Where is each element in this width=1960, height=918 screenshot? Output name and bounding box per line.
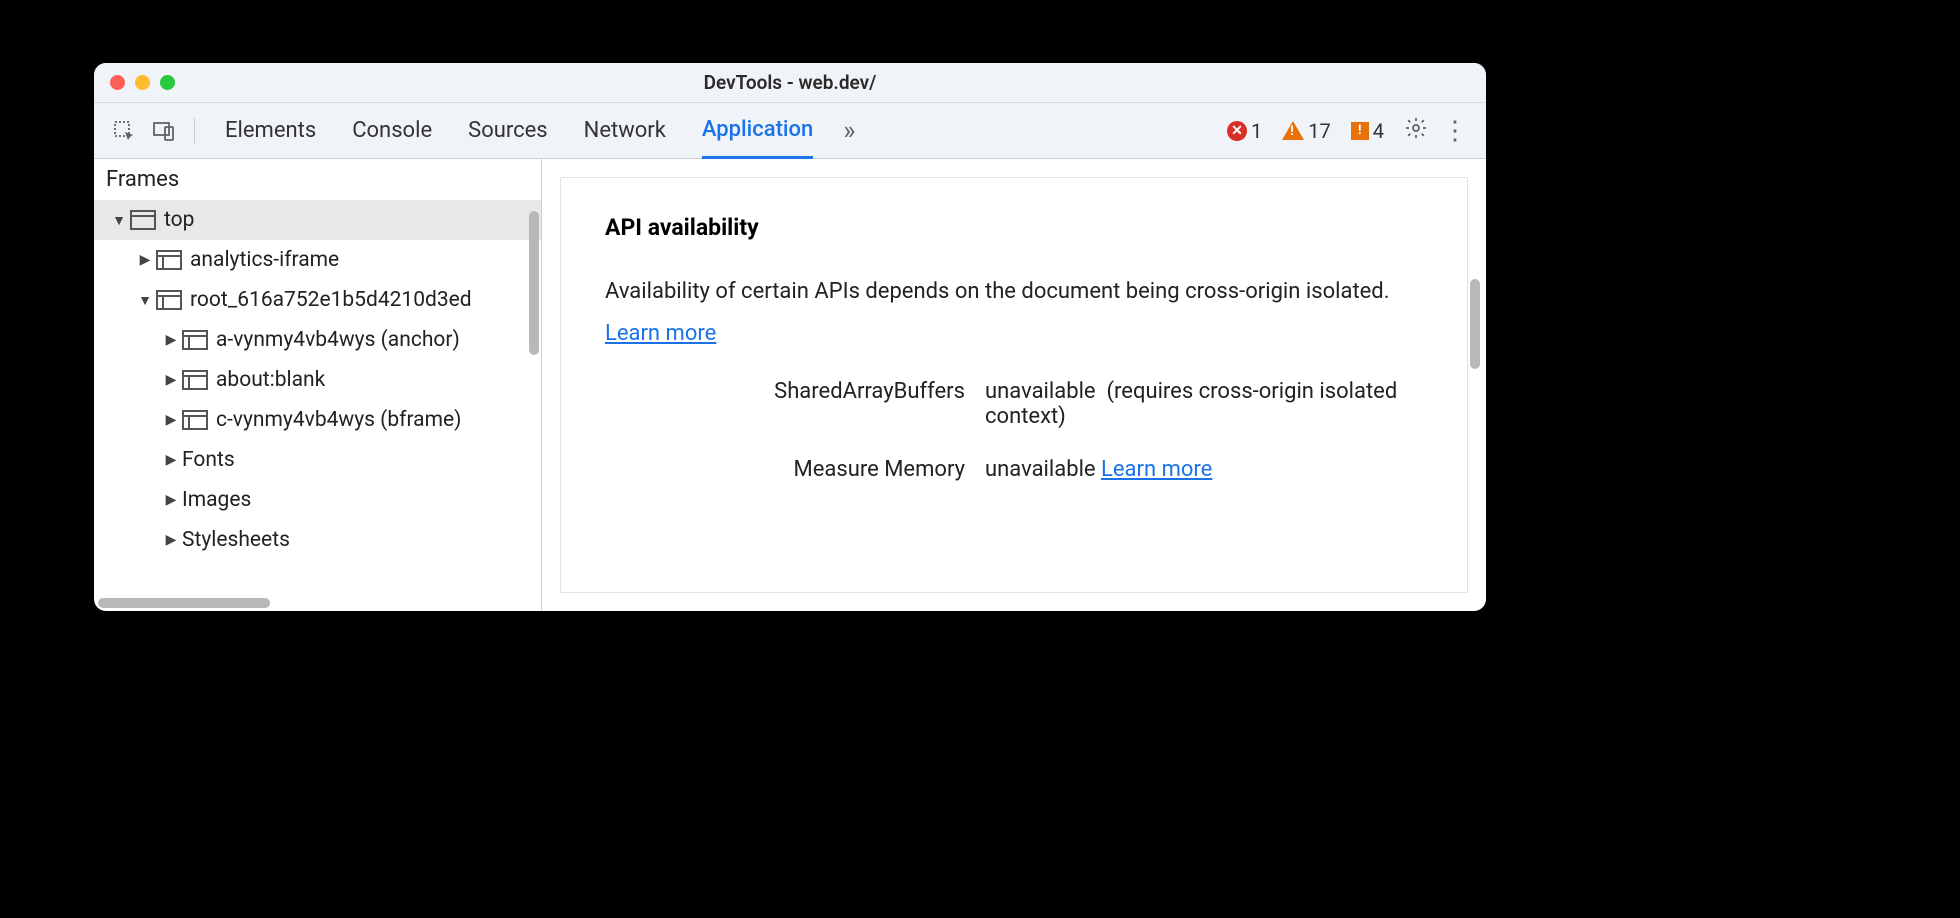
warning-value: 17: [1308, 119, 1330, 143]
issue-count[interactable]: ! 4: [1351, 119, 1384, 143]
card-heading: API availability: [605, 214, 1423, 241]
api-name: SharedArrayBuffers: [605, 379, 985, 429]
panel-body: Frames top analytics-iframe root_616a752e1…: [94, 159, 1486, 611]
devtools-window: DevTools - web.dev/ Elements Console Sou…: [94, 63, 1486, 611]
tree-item-label: a-vynmy4vb4wys (anchor): [216, 328, 460, 352]
status-bar: ✕ 1 17 ! 4 ⋮: [1227, 116, 1476, 146]
tab-elements[interactable]: Elements: [225, 104, 316, 157]
tabbar: Elements Console Sources Network Applica…: [94, 103, 1486, 159]
more-tabs-icon[interactable]: »: [843, 116, 855, 146]
expand-arrow-icon[interactable]: [164, 332, 178, 348]
frame-tree: top analytics-iframe root_616a752e1b5d4210…: [94, 200, 541, 611]
inspect-icon[interactable]: [104, 119, 144, 143]
maximize-button[interactable]: [160, 75, 175, 90]
tree-item[interactable]: Stylesheets: [94, 520, 541, 560]
close-button[interactable]: [110, 75, 125, 90]
tree-item[interactable]: about:blank: [94, 360, 541, 400]
frame-icon: [156, 250, 182, 270]
devtools-tabs: Elements Console Sources Network Applica…: [225, 103, 813, 159]
api-row: SharedArrayBuffersunavailable (requires …: [605, 379, 1423, 429]
minimize-button[interactable]: [135, 75, 150, 90]
expand-arrow-icon[interactable]: [164, 412, 178, 428]
api-row: Measure Memoryunavailable Learn more: [605, 457, 1423, 482]
sidebar: Frames top analytics-iframe root_616a752e1…: [94, 159, 542, 611]
main-panel: API availability Availability of certain…: [542, 159, 1486, 611]
tree-item[interactable]: a-vynmy4vb4wys (anchor): [94, 320, 541, 360]
expand-arrow-icon[interactable]: [112, 212, 126, 229]
titlebar: DevTools - web.dev/: [94, 63, 1486, 103]
window-title: DevTools - web.dev/: [704, 71, 877, 94]
tree-item[interactable]: root_616a752e1b5d4210d3ed: [94, 280, 541, 320]
settings-icon[interactable]: [1404, 116, 1428, 145]
tab-console[interactable]: Console: [352, 104, 432, 157]
tree-item-label: Stylesheets: [182, 528, 290, 552]
expand-arrow-icon[interactable]: [138, 292, 152, 309]
tab-application[interactable]: Application: [702, 103, 813, 159]
tree-item[interactable]: c-vynmy4vb4wys (bframe): [94, 400, 541, 440]
frame-icon: [182, 410, 208, 430]
learn-more-link[interactable]: Learn more: [605, 321, 716, 346]
intro-text: Availability of certain APIs depends on …: [605, 279, 1390, 304]
traffic-lights: [110, 75, 175, 90]
api-list: SharedArrayBuffersunavailable (requires …: [605, 379, 1423, 482]
tree-item-label: Images: [182, 488, 251, 512]
tree-item-label: c-vynmy4vb4wys (bframe): [216, 408, 461, 432]
tree-item-label: root_616a752e1b5d4210d3ed: [190, 288, 472, 312]
tree-item-label: analytics-iframe: [190, 248, 339, 272]
tree-item[interactable]: top: [94, 200, 541, 240]
tree-item-label: top: [164, 208, 194, 232]
warning-icon: [1282, 121, 1304, 140]
expand-arrow-icon[interactable]: [164, 492, 178, 508]
main-vscrollbar[interactable]: [1470, 279, 1480, 369]
frame-icon: [156, 290, 182, 310]
expand-arrow-icon[interactable]: [164, 372, 178, 388]
issue-icon: !: [1351, 122, 1369, 140]
tab-network[interactable]: Network: [584, 104, 666, 157]
warning-count[interactable]: 17: [1282, 119, 1330, 143]
tree-item-label: Fonts: [182, 448, 235, 472]
tree-item[interactable]: Fonts: [94, 440, 541, 480]
divider: [194, 118, 195, 144]
api-value: unavailable Learn more: [985, 457, 1423, 482]
error-count[interactable]: ✕ 1: [1227, 119, 1262, 143]
frame-icon: [182, 370, 208, 390]
tree-item[interactable]: analytics-iframe: [94, 240, 541, 280]
tree-item-label: about:blank: [216, 368, 325, 392]
expand-arrow-icon[interactable]: [138, 252, 152, 268]
frame-icon: [182, 330, 208, 350]
expand-arrow-icon[interactable]: [164, 452, 178, 468]
issue-value: 4: [1373, 119, 1384, 143]
learn-more-link[interactable]: Learn more: [1101, 457, 1212, 482]
error-value: 1: [1251, 119, 1262, 143]
tab-sources[interactable]: Sources: [468, 104, 548, 157]
window-icon: [130, 210, 156, 230]
error-icon: ✕: [1227, 121, 1247, 141]
card-intro: Availability of certain APIs depends on …: [605, 271, 1423, 355]
sidebar-vscrollbar[interactable]: [529, 211, 539, 355]
sidebar-hscrollbar[interactable]: [98, 598, 270, 608]
api-availability-card: API availability Availability of certain…: [560, 177, 1468, 593]
device-toggle-icon[interactable]: [144, 119, 184, 143]
kebab-menu-icon[interactable]: ⋮: [1442, 116, 1468, 146]
sidebar-header: Frames: [94, 159, 541, 200]
api-value: unavailable (requires cross-origin isola…: [985, 379, 1423, 429]
expand-arrow-icon[interactable]: [164, 532, 178, 548]
api-name: Measure Memory: [605, 457, 985, 482]
tree-item[interactable]: Images: [94, 480, 541, 520]
